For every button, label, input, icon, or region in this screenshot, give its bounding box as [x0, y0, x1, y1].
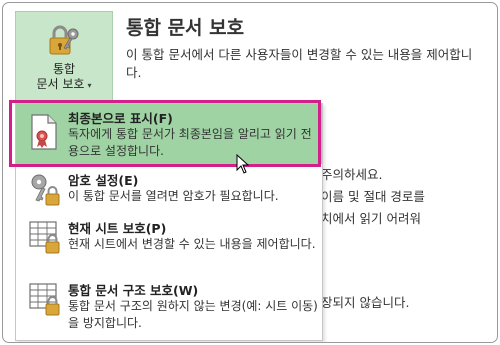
menu-item-title: 통합 문서 구조 보호(W) — [68, 283, 199, 298]
menu-item-title: 암호 설정(E) — [68, 173, 139, 188]
menu-item-title: 최종본으로 표시(F) — [68, 111, 173, 126]
background-text: 치에서 읽기 어려워 — [321, 211, 421, 226]
menu-item-encrypt-password[interactable]: 암호 설정(E) 이 통합 문서를 열려면 암호가 필요합니다. — [16, 166, 322, 212]
lock-key-icon — [49, 25, 79, 55]
protect-workbook-button[interactable]: 통합 문서 보호 ▾ — [15, 11, 113, 105]
button-label-text: 문서 보호 — [36, 77, 85, 91]
button-label-line1: 통합 — [52, 62, 76, 76]
menu-item-description: 현재 시트에서 변경할 수 있는 내용을 제어합니다. — [68, 237, 316, 251]
menu-item-protect-structure[interactable]: 통합 문서 구조 보호(W) 통합 문서 구조의 원하지 않는 변경(예: 시트… — [16, 276, 322, 338]
panel-title: 통합 문서 보호 — [126, 17, 245, 39]
sheet-lock-icon — [29, 221, 60, 254]
menu-item-description: 독자에게 통합 문서가 최종본임을 알리고 읽기 전용으로 설정합니다. — [68, 127, 312, 158]
workbook-lock-icon — [29, 283, 60, 316]
menu-item-mark-as-final[interactable]: 최종본으로 표시(F) 독자에게 통합 문서가 최종본임을 알리고 읽기 전용으… — [16, 104, 322, 164]
menu-item-description: 이 통합 문서를 열려면 암호가 필요합니다. — [68, 189, 279, 203]
key-lock-icon — [31, 174, 60, 206]
panel-description: 이 통합 문서에서 다른 사용자들이 변경할 수 있는 내용을 제어합니다. — [126, 47, 473, 80]
mouse-pointer-icon — [236, 154, 250, 174]
document-ribbon-icon — [31, 114, 57, 150]
background-text: 이름 및 절대 경로를 — [321, 189, 425, 204]
protect-workbook-menu: 최종본으로 표시(F) 독자에게 통합 문서가 최종본임을 알리고 읽기 전용으… — [15, 103, 323, 341]
menu-item-description: 통합 문서 구조의 원하지 않는 변경(예: 시트 이동)을 방지합니다. — [68, 299, 318, 330]
menu-item-title: 현재 시트 보호(P) — [68, 221, 167, 236]
menu-item-protect-sheet[interactable]: 현재 시트 보호(P) 현재 시트에서 변경할 수 있는 내용을 제어합니다. — [16, 214, 322, 274]
background-text: 장되지 않습니다. — [321, 295, 410, 310]
button-label-line2: 문서 보호 ▾ — [37, 77, 92, 93]
background-text: 주의하세요. — [321, 167, 383, 182]
dialog-frame: 통합 문서 보호 ▾ 통합 문서 보호 이 통합 문서에서 다른 사용자들이 변경… — [2, 2, 498, 343]
chevron-down-icon: ▾ — [87, 81, 92, 90]
